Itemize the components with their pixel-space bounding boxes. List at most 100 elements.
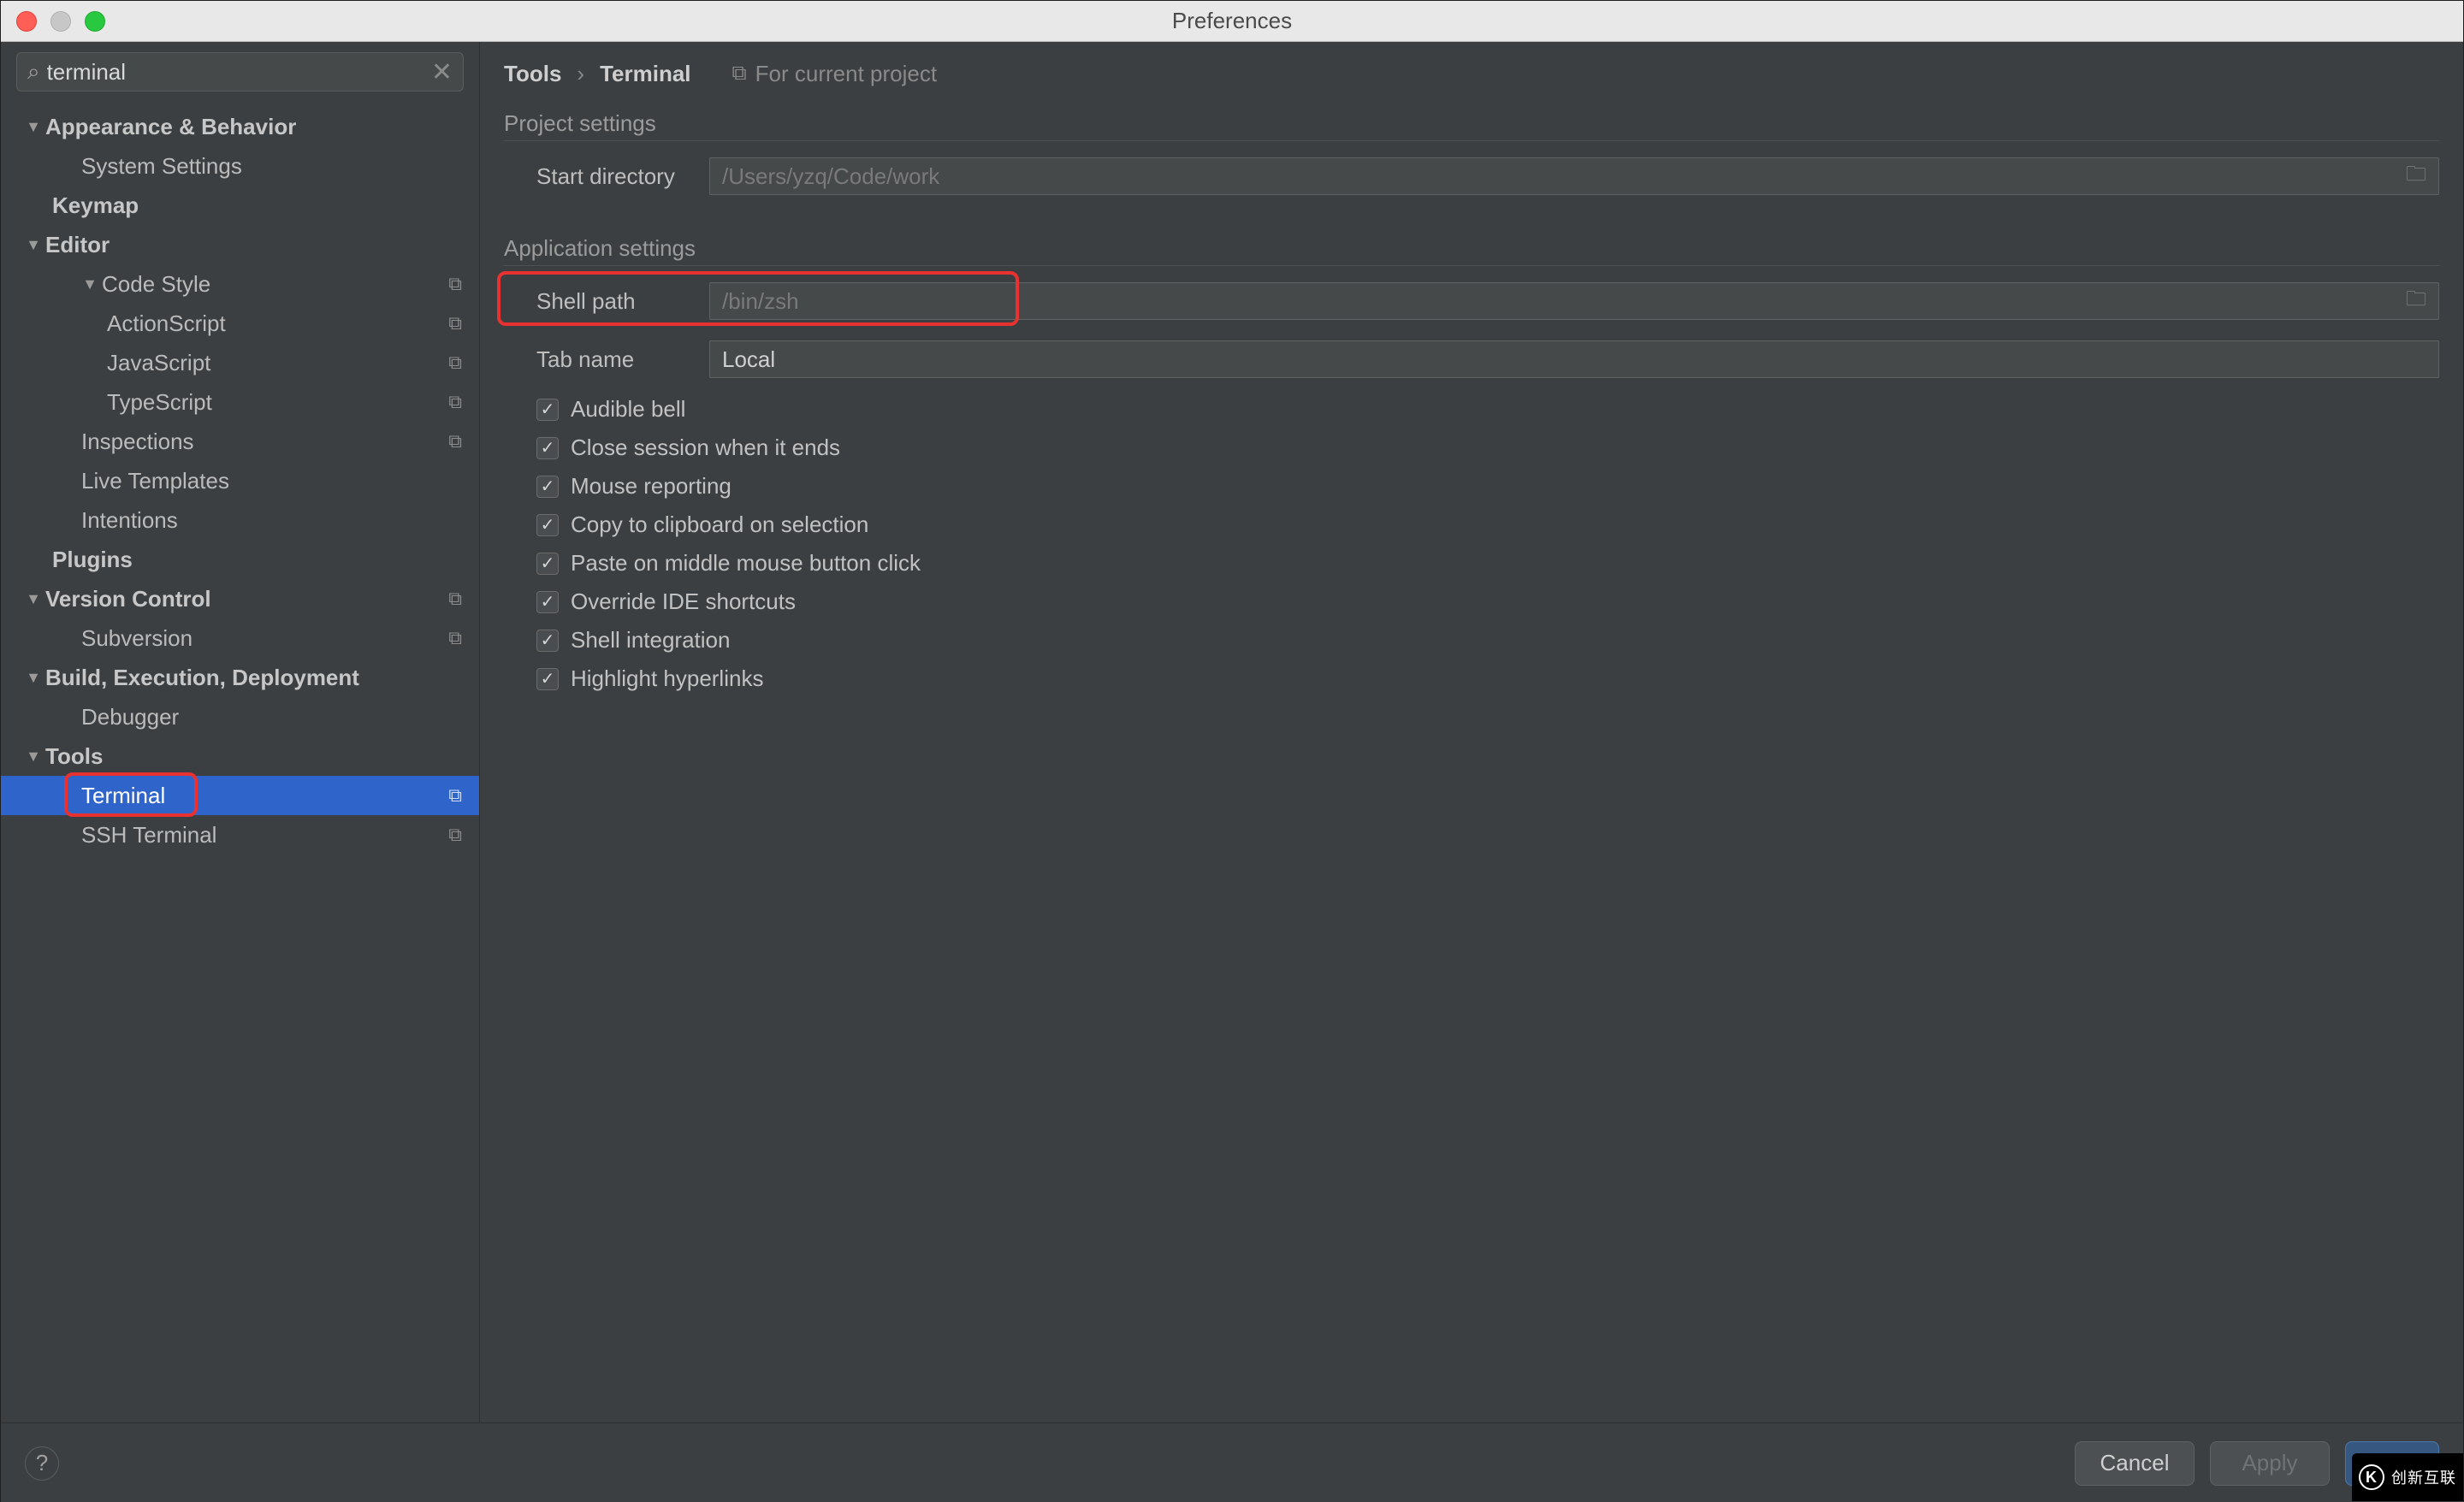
project-scope-icon: ⧉ (448, 588, 462, 610)
tab-name-label: Tab name (504, 346, 709, 373)
watermark-text: 创新互联 (2391, 1466, 2456, 1488)
project-scope-icon: ⧉ (448, 273, 462, 295)
sidebar-item-code-style[interactable]: ▼Code Style⧉ (1, 264, 479, 304)
sidebar-item-appearance-behavior[interactable]: ▼Appearance & Behavior (1, 107, 479, 146)
sidebar-item-label: Intentions (81, 507, 462, 534)
checkbox-mouse-reporting[interactable]: ✓ Mouse reporting (536, 473, 2439, 500)
checkbox-box-icon: ✓ (536, 553, 559, 575)
project-scope-icon: ⧉ (448, 352, 462, 374)
sidebar-item-label: Terminal (81, 783, 448, 809)
sidebar-item-label: ActionScript (107, 310, 448, 337)
sidebar-item-terminal[interactable]: Terminal⧉ (1, 776, 479, 815)
checkbox-label: Copy to clipboard on selection (571, 512, 868, 538)
search-input[interactable] (47, 59, 431, 86)
sidebar-item-system-settings[interactable]: System Settings (1, 146, 479, 186)
breadcrumb: Tools › Terminal ⧉ For current project (504, 42, 2439, 105)
sidebar-item-label: Tools (45, 743, 462, 770)
sidebar-item-version-control[interactable]: ▼Version Control⧉ (1, 579, 479, 618)
chevron-down-icon: ▼ (21, 590, 45, 608)
apply-button: Apply (2210, 1441, 2330, 1486)
shell-path-input[interactable] (722, 288, 2406, 315)
help-button[interactable]: ? (25, 1446, 59, 1481)
start-directory-input[interactable] (722, 163, 2406, 190)
checkbox-label: Paste on middle mouse button click (571, 550, 921, 577)
chevron-down-icon: ▼ (21, 236, 45, 254)
for-current-project-label: ⧉ For current project (732, 61, 938, 87)
search-box[interactable]: ⌕ ✕ (16, 52, 464, 92)
checkbox-label: Close session when it ends (571, 435, 840, 461)
tab-name-field: Tab name (504, 334, 2439, 384)
sidebar-item-label: System Settings (81, 153, 462, 180)
sidebar-item-debugger[interactable]: Debugger (1, 697, 479, 736)
checkbox-label: Audible bell (571, 396, 685, 423)
footer: ? Cancel Apply OK (1, 1422, 2463, 1502)
breadcrumb-separator-icon: › (577, 61, 584, 87)
browse-folder-icon[interactable]: 🗀 (2406, 284, 2426, 319)
sidebar-item-inspections[interactable]: Inspections⧉ (1, 422, 479, 461)
shell-path-label: Shell path (504, 288, 709, 315)
sidebar-item-label: Subversion (81, 625, 448, 652)
project-scope-icon: ⧉ (448, 784, 462, 807)
settings-tree: ▼Appearance & BehaviorSystem SettingsKey… (1, 100, 479, 1422)
sidebar-item-intentions[interactable]: Intentions (1, 500, 479, 540)
checkbox-copy-to-clipboard-on-selection[interactable]: ✓ Copy to clipboard on selection (536, 512, 2439, 538)
sidebar-item-label: Live Templates (81, 468, 462, 494)
checkbox-box-icon: ✓ (536, 668, 559, 690)
checkbox-box-icon: ✓ (536, 437, 559, 459)
checkbox-override-ide-shortcuts[interactable]: ✓Override IDE shortcuts (536, 588, 2439, 615)
sidebar-item-live-templates[interactable]: Live Templates (1, 461, 479, 500)
start-directory-field: Start directory 🗀 (504, 151, 2439, 201)
application-settings-heading: Application settings (504, 235, 2439, 266)
breadcrumb-terminal: Terminal (600, 61, 690, 87)
project-scope-icon: ⧉ (448, 312, 462, 334)
tab-name-input[interactable] (722, 346, 2426, 373)
project-settings-heading: Project settings (504, 110, 2439, 141)
sidebar-item-javascript[interactable]: JavaScript⧉ (1, 343, 479, 382)
sidebar-item-actionscript[interactable]: ActionScript⧉ (1, 304, 479, 343)
checkbox-box-icon: ✓ (536, 476, 559, 498)
sidebar-item-label: Debugger (81, 704, 462, 730)
sidebar-item-label: Appearance & Behavior (45, 114, 462, 140)
search-icon: ⌕ (27, 58, 40, 86)
sidebar-item-label: Editor (45, 232, 462, 258)
browse-folder-icon[interactable]: 🗀 (2406, 159, 2426, 194)
sidebar-item-label: TypeScript (107, 389, 448, 416)
checkbox-highlight-hyperlinks[interactable]: ✓ Highlight hyperlinks (536, 665, 2439, 692)
project-scope-icon: ⧉ (448, 627, 462, 649)
checkbox-close-session-when-it-ends[interactable]: ✓ Close session when it ends (536, 435, 2439, 461)
project-scope-icon: ⧉ (448, 391, 462, 413)
checkbox-box-icon: ✓ (536, 399, 559, 421)
start-directory-label: Start directory (504, 163, 709, 190)
clear-search-icon[interactable]: ✕ (431, 57, 453, 87)
shell-path-field: Shell path 🗀 (504, 276, 2439, 326)
project-scope-icon: ⧉ (448, 824, 462, 846)
sidebar-item-plugins[interactable]: Plugins (1, 540, 479, 579)
watermark: K 创新互联 (2352, 1453, 2463, 1501)
sidebar-item-typescript[interactable]: TypeScript⧉ (1, 382, 479, 422)
checkbox-label: Shell integration (571, 627, 730, 653)
checkbox-label: Highlight hyperlinks (571, 665, 763, 692)
sidebar-item-subversion[interactable]: Subversion⧉ (1, 618, 479, 658)
chevron-down-icon: ▼ (21, 669, 45, 687)
checkbox-paste-on-middle-mouse-button-click[interactable]: ✓ Paste on middle mouse button click (536, 550, 2439, 577)
sidebar-item-keymap[interactable]: Keymap (1, 186, 479, 225)
sidebar-item-label: Plugins (52, 547, 462, 573)
sidebar-item-editor[interactable]: ▼Editor (1, 225, 479, 264)
sidebar-item-build-execution-deployment[interactable]: ▼Build, Execution, Deployment (1, 658, 479, 697)
checkbox-label: Mouse reporting (571, 473, 732, 500)
checkbox-shell-integration[interactable]: ✓Shell integration (536, 627, 2439, 653)
chevron-down-icon: ▼ (78, 275, 102, 293)
sidebar-item-label: Code Style (102, 271, 448, 298)
cancel-button[interactable]: Cancel (2075, 1441, 2194, 1486)
project-scope-icon: ⧉ (732, 62, 747, 86)
checkbox-label: Override IDE shortcuts (571, 588, 796, 615)
sidebar-item-tools[interactable]: ▼Tools (1, 736, 479, 776)
sidebar-item-label: Version Control (45, 586, 448, 612)
watermark-logo-icon: K (2359, 1464, 2384, 1490)
breadcrumb-tools: Tools (504, 61, 561, 87)
chevron-down-icon: ▼ (21, 118, 45, 136)
checkbox-box-icon: ✓ (536, 514, 559, 536)
sidebar-item-ssh-terminal[interactable]: SSH Terminal⧉ (1, 815, 479, 854)
project-scope-icon: ⧉ (448, 430, 462, 452)
checkbox-audible-bell[interactable]: ✓ Audible bell (536, 396, 2439, 423)
